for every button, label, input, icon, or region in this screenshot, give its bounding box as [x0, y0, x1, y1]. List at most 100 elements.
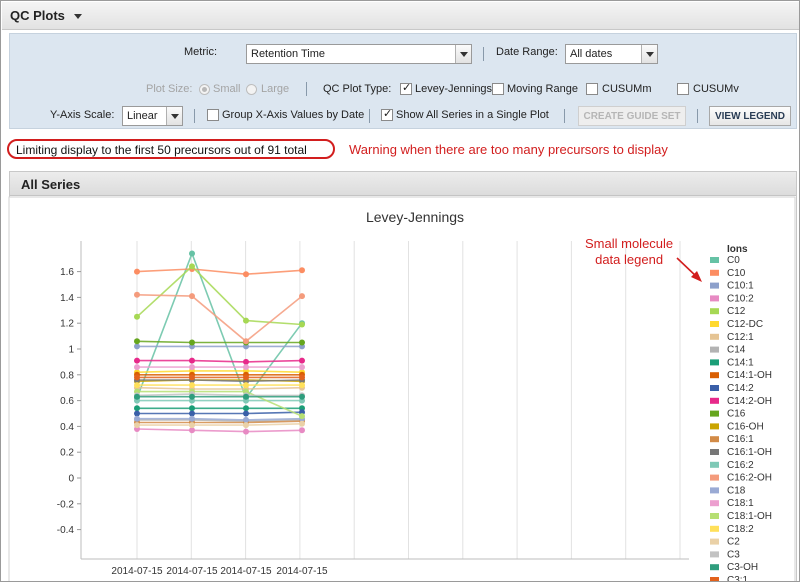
- cusumv-checkbox[interactable]: [677, 83, 689, 95]
- series-point: [189, 357, 195, 364]
- series-point: [134, 291, 140, 298]
- series-point: [243, 271, 249, 278]
- series-point: [243, 338, 249, 345]
- y-tick-label: 1: [68, 345, 74, 356]
- legend-swatch: [710, 449, 719, 455]
- chart-title: Levey-Jennings: [366, 209, 464, 225]
- series-point: [299, 364, 305, 371]
- legend-item-label: C18:1: [727, 498, 754, 509]
- series-point: [299, 357, 305, 364]
- legend-item-label: C14:2-OH: [727, 396, 772, 407]
- legend-swatch: [710, 525, 719, 532]
- legend-item-label: C16:2-OH: [727, 473, 772, 484]
- legend-item-label: C0: [727, 255, 740, 266]
- create-guide-set-button[interactable]: CREATE GUIDE SET: [578, 106, 686, 126]
- legend-item-label: C16:1-OH: [727, 447, 772, 458]
- precursor-limit-warning: Limiting display to the first 50 precurs…: [7, 139, 335, 159]
- legend-swatch: [710, 538, 719, 545]
- levey-jennings-chart: Levey-Jennings -0.4 -0.2 0 0.2 0.4 0.6 0.8 1 1.2 1…: [8, 196, 796, 582]
- series-point: [189, 410, 195, 417]
- legend-item-label: C3:1: [727, 575, 749, 582]
- series-point: [299, 427, 305, 434]
- plot-size-small-radio[interactable]: [199, 84, 210, 95]
- legend-item-label: C10:1: [727, 281, 754, 292]
- view-legend-button[interactable]: VIEW LEGEND: [709, 106, 791, 126]
- series-point: [189, 405, 195, 412]
- series-point: [134, 357, 140, 364]
- legend-swatch: [710, 333, 719, 340]
- series-point: [299, 382, 305, 389]
- show-all-series-checkbox[interactable]: [381, 107, 393, 121]
- legend-swatch: [710, 295, 719, 302]
- y-axis-scale-label: Y-Axis Scale:: [50, 109, 115, 121]
- y-tick-label: 0.2: [60, 448, 74, 459]
- legend-item-label: C3: [727, 549, 740, 560]
- series-point: [299, 420, 305, 427]
- series-point: [299, 393, 305, 400]
- series-point: [189, 250, 195, 257]
- moving-range-checkbox[interactable]: [492, 83, 504, 95]
- chevron-down-icon: [641, 45, 657, 63]
- legend-swatch: [710, 308, 719, 315]
- separator: [564, 109, 565, 123]
- series-point: [243, 364, 249, 371]
- plot-panel-background: [8, 196, 796, 581]
- date-range-select[interactable]: All dates: [565, 44, 658, 64]
- series-point: [299, 339, 305, 346]
- legend-swatch: [710, 577, 719, 581]
- series-point: [189, 364, 195, 371]
- y-tick-label: 0.4: [60, 422, 74, 433]
- x-tick-label: 2014-07-15: [166, 566, 218, 577]
- series-point: [299, 413, 305, 420]
- y-tick-label: 1.2: [60, 319, 74, 330]
- x-tick-label: 2014-07-15: [111, 566, 163, 577]
- series-point: [134, 405, 140, 412]
- plot-size-large-radio[interactable]: [246, 84, 257, 95]
- legend-item-label: C14:1-OH: [727, 370, 772, 381]
- legend-item-label: C14:2: [727, 383, 754, 394]
- group-x-axis-label: Group X-Axis Values by Date: [222, 109, 365, 121]
- legend-item-label: C12:1: [727, 332, 754, 343]
- series-point: [189, 427, 195, 434]
- series-point: [189, 293, 195, 300]
- series-point: [243, 382, 249, 389]
- legend-item-label: C14: [727, 345, 746, 356]
- legend-item-label: C12-DC: [727, 319, 763, 330]
- y-tick-label: 1.6: [60, 267, 74, 278]
- levey-jennings-checkbox[interactable]: [400, 81, 412, 95]
- legend-item-label: C16:2: [727, 460, 754, 471]
- y-axis-scale-value: Linear: [127, 110, 158, 122]
- series-point: [189, 422, 195, 429]
- legend-item-label: C16:1: [727, 434, 754, 445]
- metric-select[interactable]: Retention Time: [246, 44, 472, 64]
- y-tick-label: 0.8: [60, 370, 74, 381]
- series-point: [243, 317, 249, 324]
- series-point: [243, 410, 249, 417]
- y-tick-label: 0: [68, 474, 74, 485]
- series-point: [243, 374, 249, 381]
- plot-size-small-label: Small: [213, 83, 241, 95]
- date-range-select-value: All dates: [570, 48, 613, 60]
- group-x-axis-checkbox[interactable]: [207, 109, 219, 121]
- series-point: [299, 374, 305, 381]
- series-point: [189, 263, 195, 270]
- window-frame: QC Plots Metric: Retention Time Date Ran…: [0, 0, 800, 582]
- legend-swatch: [710, 423, 719, 430]
- warning-annotation: Warning when there are too many precurso…: [349, 142, 668, 157]
- series-point: [134, 268, 140, 275]
- all-series-header: All Series: [10, 172, 796, 196]
- plot-type-label: QC Plot Type:: [323, 83, 392, 95]
- chevron-down-icon[interactable]: [74, 14, 82, 19]
- legend-annotation-line1: Small molecule: [585, 236, 674, 251]
- legend-swatch: [710, 474, 719, 481]
- options-panel: Metric: Retention Time Date Range: All d…: [9, 33, 797, 129]
- cusumm-checkbox[interactable]: [586, 83, 598, 95]
- legend-swatch: [710, 257, 719, 263]
- moving-range-label: Moving Range: [507, 83, 578, 95]
- qc-plots-header[interactable]: QC Plots: [2, 2, 799, 30]
- cusumv-label: CUSUMv: [693, 83, 739, 95]
- legend-item-label: C16: [727, 409, 746, 420]
- legend-swatch: [710, 397, 719, 404]
- series-point: [299, 267, 305, 274]
- y-axis-scale-select[interactable]: Linear: [122, 106, 183, 126]
